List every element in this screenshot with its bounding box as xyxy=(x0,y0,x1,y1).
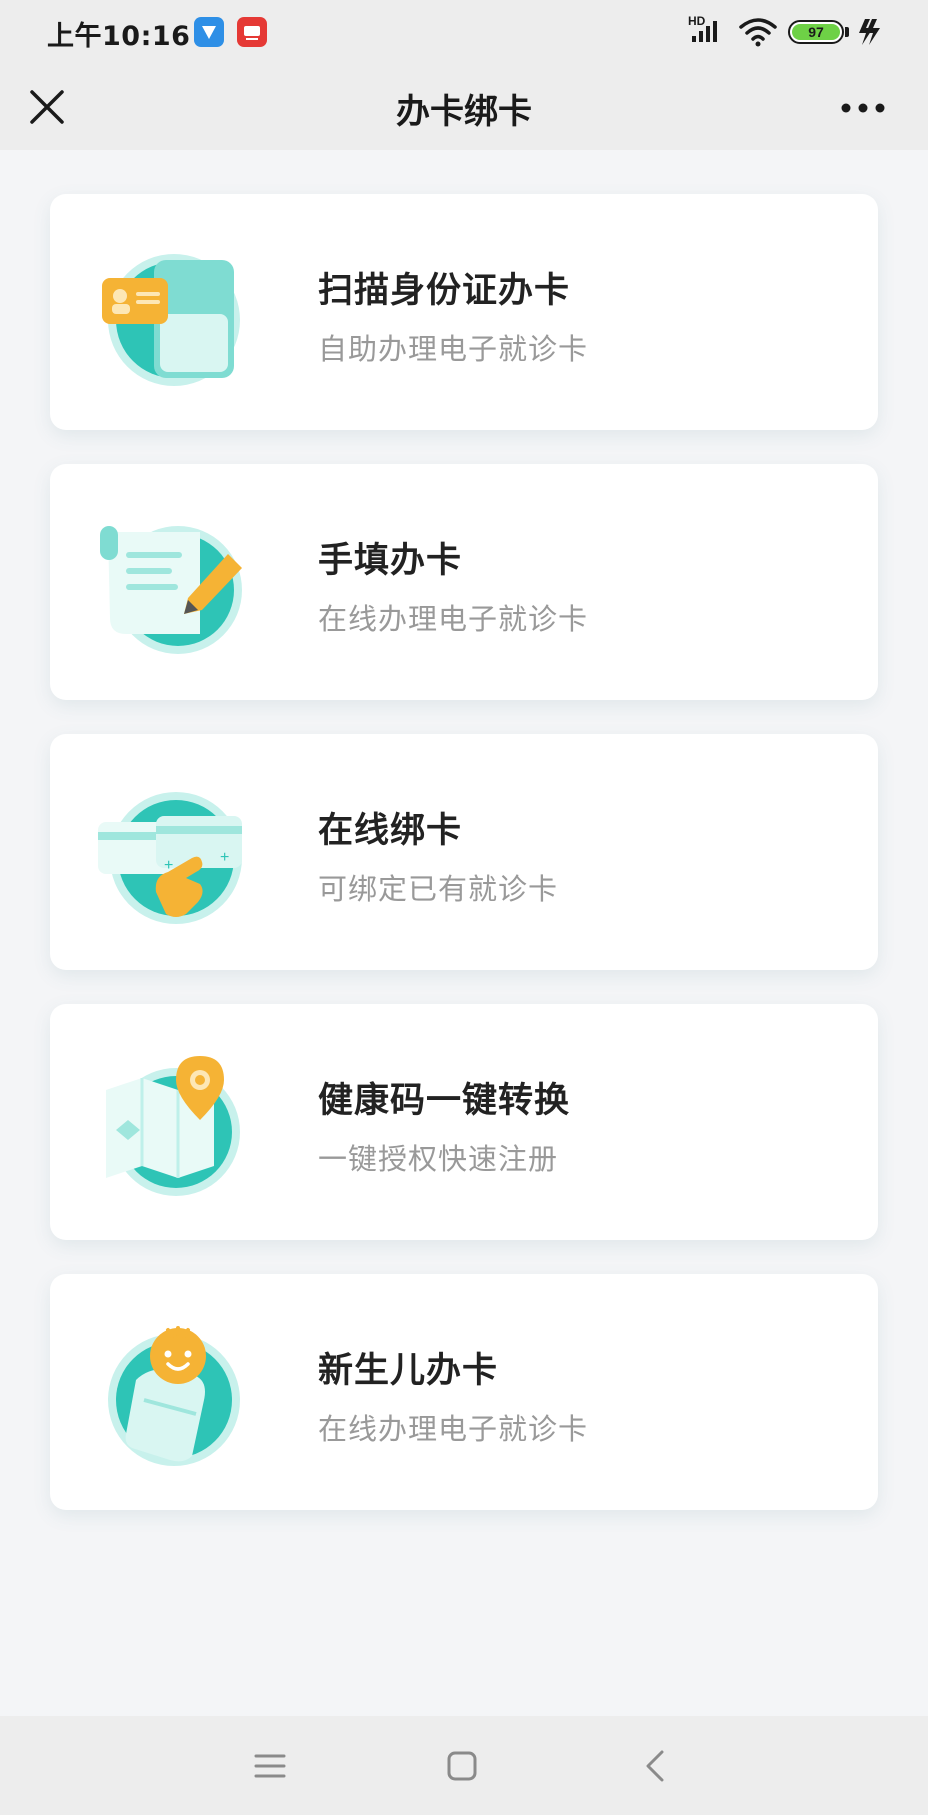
more-icon[interactable] xyxy=(838,90,888,126)
status-bar: 上午10:16 HD 97 xyxy=(0,0,928,68)
app-notification-icon xyxy=(194,17,224,47)
card-subtitle: 在线办理电子就诊卡 xyxy=(318,602,589,636)
card-list: 扫描身份证办卡 自助办理电子就诊卡 手填办卡 在线办理电子就诊卡 + + 在线绑… xyxy=(50,194,878,1544)
wifi-icon xyxy=(739,18,777,47)
svg-text:+: + xyxy=(220,849,229,866)
home-icon[interactable] xyxy=(440,1744,484,1788)
card-health-code[interactable]: 健康码一键转换 一键授权快速注册 xyxy=(50,1004,878,1240)
card-newborn[interactable]: 新生儿办卡 在线办理电子就诊卡 xyxy=(50,1274,878,1510)
card-title: 手填办卡 xyxy=(318,541,463,581)
battery-cap xyxy=(845,27,849,37)
card-id-scan[interactable]: 扫描身份证办卡 自助办理电子就诊卡 xyxy=(50,194,878,430)
nav-bar: 办卡绑卡 xyxy=(0,68,928,150)
battery-level: 97 xyxy=(792,24,840,40)
card-subtitle: 在线办理电子就诊卡 xyxy=(318,1412,589,1446)
back-icon[interactable] xyxy=(634,1744,678,1788)
newborn-baby-icon xyxy=(108,1326,240,1466)
charging-icon xyxy=(859,19,880,45)
card-subtitle: 一键授权快速注册 xyxy=(318,1142,559,1176)
system-nav-bar xyxy=(0,1716,928,1815)
card-title: 新生儿办卡 xyxy=(318,1351,499,1391)
card-title: 扫描身份证办卡 xyxy=(318,271,571,311)
menu-icon[interactable] xyxy=(248,1744,292,1788)
page-title: 办卡绑卡 xyxy=(396,92,532,132)
card-online-bind[interactable]: + + 在线绑卡 可绑定已有就诊卡 xyxy=(50,734,878,970)
id-card-scan-icon xyxy=(102,254,240,386)
card-title: 健康码一键转换 xyxy=(318,1081,571,1121)
form-fill-icon xyxy=(100,526,242,654)
card-manual-fill[interactable]: 手填办卡 在线办理电子就诊卡 xyxy=(50,464,878,700)
status-time: 上午10:16 xyxy=(47,21,191,52)
health-code-map-icon xyxy=(106,1056,240,1196)
battery-icon: 97 xyxy=(788,20,844,44)
card-subtitle: 自助办理电子就诊卡 xyxy=(318,332,589,366)
card-subtitle: 可绑定已有就诊卡 xyxy=(318,872,559,906)
app-notification-icon xyxy=(237,17,267,47)
signal-icon: HD xyxy=(688,14,728,46)
card-bind-icon: + + xyxy=(98,792,242,924)
card-title: 在线绑卡 xyxy=(318,811,463,851)
